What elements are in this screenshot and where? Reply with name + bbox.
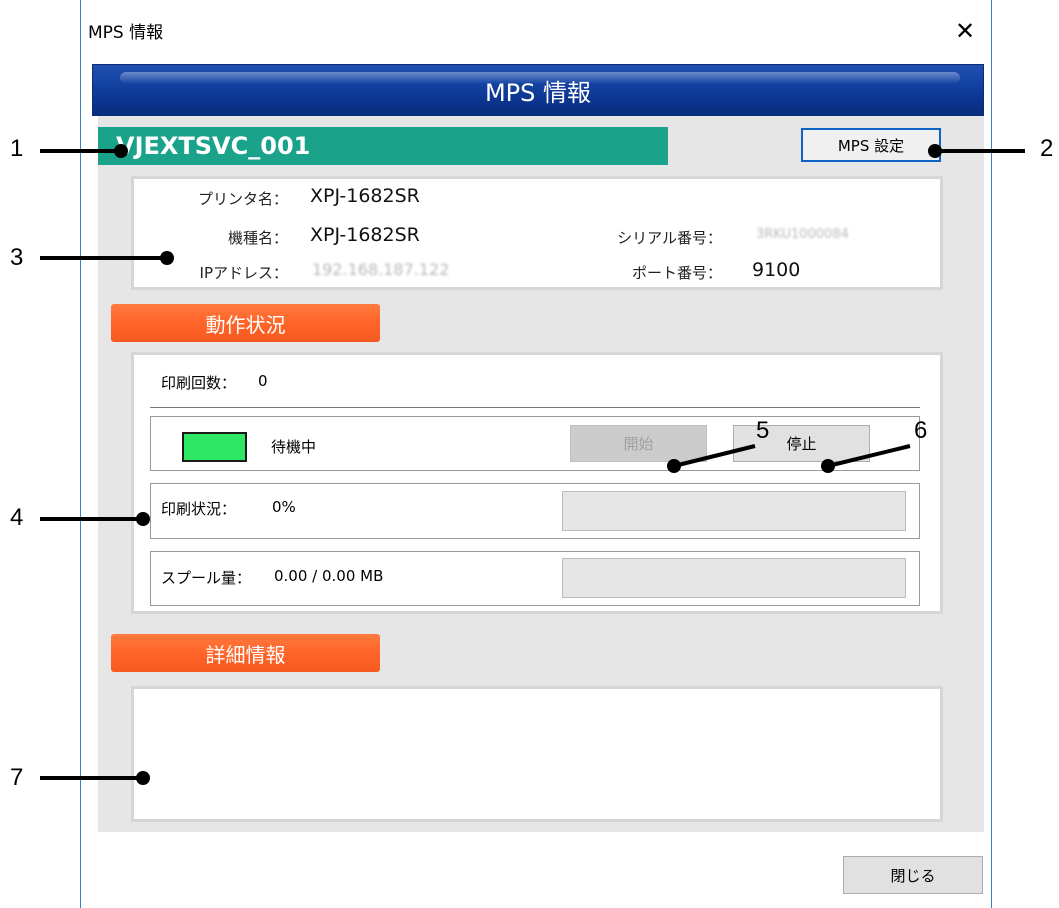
banner-highlight bbox=[120, 72, 960, 84]
serial-value: 3RKU1000084 bbox=[756, 227, 849, 242]
print-progress-bar bbox=[562, 491, 906, 531]
ip-value: 192.168.187.122 bbox=[312, 260, 450, 279]
callout-7-number: 7 bbox=[10, 764, 24, 791]
details-header: 詳細情報 bbox=[111, 634, 380, 672]
ip-label: IPアドレス： bbox=[199, 264, 288, 282]
status-divider bbox=[150, 407, 920, 408]
window-title: MPS 情報 bbox=[88, 23, 164, 43]
callout-4-number: 4 bbox=[10, 504, 24, 531]
callout-5-pointer bbox=[667, 444, 756, 473]
model-label: 機種名： bbox=[227, 229, 288, 247]
callout-2-line bbox=[935, 149, 1025, 153]
callout-1-number: 1 bbox=[10, 135, 24, 162]
status-indicator bbox=[182, 432, 247, 462]
print-status-label: 印刷状況： bbox=[161, 500, 237, 518]
print-status-value: 0% bbox=[272, 498, 296, 516]
spool-progress-bar bbox=[562, 558, 906, 598]
serial-label: シリアル番号： bbox=[617, 229, 722, 247]
spool-label: スプール量： bbox=[161, 569, 252, 587]
callout-7-dot bbox=[136, 771, 150, 785]
callout-6-pointer bbox=[821, 444, 911, 473]
callout-2-dot bbox=[928, 144, 942, 158]
callout-6-number: 6 bbox=[914, 417, 928, 444]
callout-1-dot bbox=[114, 144, 128, 158]
callout-4-line bbox=[40, 517, 144, 521]
mps-settings-button[interactable]: MPS 設定 bbox=[801, 128, 941, 162]
callout-7-line bbox=[40, 776, 144, 780]
callout-1-line bbox=[40, 149, 118, 153]
port-label: ポート番号： bbox=[631, 264, 722, 282]
callout-3-line bbox=[40, 256, 168, 260]
model-value: XPJ-1682SR bbox=[310, 224, 420, 246]
operation-status-header: 動作状況 bbox=[111, 304, 380, 342]
device-name-bar: VJEXTSVC_001 bbox=[98, 127, 668, 165]
close-button[interactable]: 閉じる bbox=[843, 856, 983, 894]
details-box bbox=[131, 686, 943, 822]
print-count-value: 0 bbox=[258, 372, 268, 390]
printer-name-label: プリンタ名： bbox=[197, 190, 288, 208]
print-count-label: 印刷回数： bbox=[161, 374, 237, 392]
callout-2-number: 2 bbox=[1040, 135, 1054, 162]
close-icon[interactable]: ✕ bbox=[946, 14, 984, 48]
status-text: 待機中 bbox=[271, 438, 317, 456]
printer-name-value: XPJ-1682SR bbox=[310, 185, 420, 207]
callout-3-dot bbox=[160, 251, 174, 265]
callout-4-dot bbox=[136, 512, 150, 526]
port-value: 9100 bbox=[752, 259, 801, 281]
spool-value: 0.00 / 0.00 MB bbox=[274, 567, 384, 585]
callout-3-number: 3 bbox=[10, 244, 24, 271]
